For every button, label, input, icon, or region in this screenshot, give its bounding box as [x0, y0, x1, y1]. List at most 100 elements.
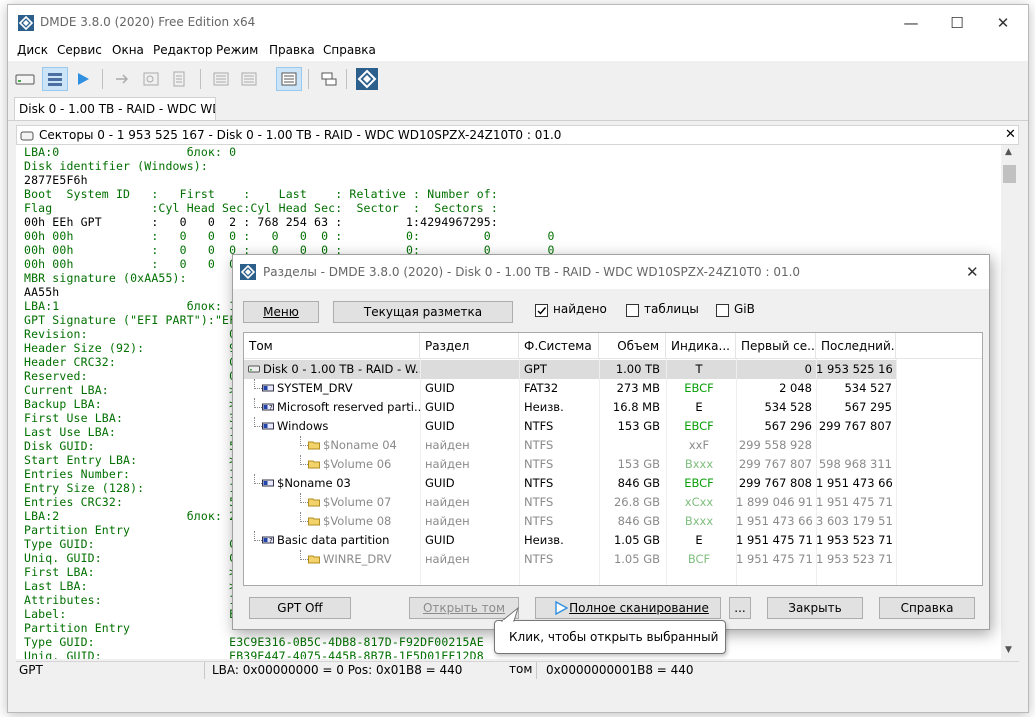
- table-row[interactable]: $Noname 03 GUID NTFS 846 GB EBCF 299 767 808 1…: [244, 474, 896, 493]
- sector-line: Partition Entry: [24, 621, 131, 635]
- full-scan-button[interactable]: Полное сканирование: [535, 597, 721, 619]
- sector-line: Header Size (92): 92: [24, 341, 244, 355]
- cell-size: 16.8 MB: [612, 400, 660, 414]
- current-layout-button[interactable]: Текущая разметка: [333, 301, 513, 323]
- scroll-up-icon[interactable]: ▲: [1005, 147, 1012, 157]
- close-panel-icon[interactable]: ✕: [1005, 126, 1016, 144]
- tables-checkbox[interactable]: [626, 304, 639, 317]
- menu-mode[interactable]: Режим: [216, 43, 258, 57]
- gib-checkbox[interactable]: [716, 304, 729, 317]
- menu-windows[interactable]: Окна: [112, 43, 144, 57]
- go-to-icon[interactable]: [110, 67, 136, 91]
- cell-size: 1.05 GB: [613, 552, 660, 566]
- cell-volume: $Volume 08: [244, 512, 420, 531]
- cell-first-sector: 567 296: [764, 419, 812, 433]
- table-row[interactable]: $Volume 07 найден NTFS 26.8 GB xCxx 1 899 046…: [244, 493, 896, 512]
- hex-view-icon[interactable]: [276, 67, 302, 91]
- sector-line: Flag :Cyl Head Sec:Cyl Head Sec: Sector …: [24, 201, 498, 215]
- window-title: DMDE 3.8.0 (2020) Free Edition x64: [40, 15, 256, 29]
- cell-last-sector: 567 295: [844, 400, 892, 414]
- table-row[interactable]: $Noname 04 найден NTFS xxF 299 558 928: [244, 436, 896, 455]
- col-indicators[interactable]: Индика...: [666, 333, 736, 359]
- col-first-sector[interactable]: Первый се...: [736, 333, 816, 359]
- table-row[interactable]: ? Microsoft reserved parti... GUID Неизв. 16…: [244, 398, 896, 417]
- cell-volume: Disk 0 - 1.00 TB - RAID - W...: [244, 360, 420, 379]
- menu-disk[interactable]: Диск: [17, 43, 48, 57]
- cell-filesystem: NTFS: [524, 476, 554, 490]
- menu-bar: Диск Сервис Окна Редактор Режим Правка С…: [8, 41, 1028, 61]
- partitions-table[interactable]: Том Раздел Ф.Система Объем Индика... Пер…: [243, 332, 983, 586]
- dialog-close-icon[interactable]: ✕: [966, 263, 979, 281]
- disk-select-icon[interactable]: [12, 67, 38, 91]
- maximize-button[interactable]: ☐: [934, 5, 980, 41]
- scroll-down-icon[interactable]: ▼: [1005, 645, 1012, 655]
- dmde-logo-icon[interactable]: [354, 67, 380, 91]
- table-row[interactable]: SYSTEM_DRV GUID FAT32 273 MB EBCF 2 048 534 52…: [244, 379, 896, 398]
- dialog-logo-icon: [240, 264, 256, 283]
- menu-editor[interactable]: Редактор: [153, 43, 212, 57]
- app-logo-icon: [18, 15, 34, 31]
- volume-name: WINRE_DRV: [323, 552, 392, 566]
- volume-name: $Volume 06: [323, 457, 392, 471]
- tooltip: Клик, чтобы открыть выбранный том: [494, 620, 726, 676]
- cell-volume: $Volume 06: [244, 455, 420, 474]
- folder-icon: [308, 460, 320, 469]
- sector-line: Header CRC32: CF: [24, 355, 244, 369]
- dialog-title-bar: Разделы - DMDE 3.8.0 (2020) - Disk 0 - 1…: [233, 255, 989, 289]
- cell-indicators: EBCF: [684, 419, 714, 433]
- cell-volume: $Volume 07: [244, 493, 420, 512]
- menu-help[interactable]: Справка: [323, 43, 376, 57]
- volume-icon: [262, 422, 274, 430]
- cell-filesystem: NTFS: [524, 438, 554, 452]
- close-dialog-button[interactable]: Закрыть: [767, 597, 863, 619]
- cell-volume: SYSTEM_DRV: [244, 379, 420, 398]
- table-row[interactable]: Disk 0 - 1.00 TB - RAID - W... GPT 1.00 TB…: [244, 360, 896, 379]
- table-row[interactable]: ? Basic data partition GUID Неизв. 1.05 GB E 1…: [244, 531, 896, 550]
- cell-volume: Windows: [244, 417, 420, 436]
- cell-first-sector: 0: [804, 362, 812, 376]
- sector-line: Attributes: 10: [24, 593, 244, 607]
- cell-partition: GUID: [425, 381, 455, 395]
- more-button[interactable]: ...: [729, 597, 751, 619]
- menu-edit[interactable]: Правка: [269, 43, 315, 57]
- table-row[interactable]: $Volume 08 найден NTFS 846 GB Bxxx 1 951 473 …: [244, 512, 896, 531]
- help-button[interactable]: Справка: [879, 597, 975, 619]
- sector-line: AA55h: [24, 285, 60, 299]
- menu-button[interactable]: Меню: [243, 301, 319, 323]
- scroll-thumb[interactable]: [1003, 165, 1016, 183]
- gpt-off-button[interactable]: GPT Off: [249, 597, 351, 619]
- vertical-scrollbar[interactable]: ▲ ▼: [1001, 145, 1018, 659]
- folder-icon: [308, 498, 320, 507]
- play-scan-icon: [554, 600, 569, 621]
- close-window-button[interactable]: ✕: [980, 5, 1026, 41]
- table-row[interactable]: WINRE_DRV найден NTFS 1.05 GB BCF 1 951 475 7…: [244, 550, 896, 569]
- partitions-icon[interactable]: [42, 67, 68, 91]
- cell-partition: GUID: [425, 476, 455, 490]
- cell-last-sector: 1 953 523 711: [816, 552, 892, 566]
- sector-line: Last Use LBA: 19: [24, 425, 244, 439]
- list-view-icon[interactable]: [208, 67, 234, 91]
- volume-icon: [262, 384, 274, 392]
- find-icon[interactable]: [138, 67, 164, 91]
- cell-size: [599, 436, 660, 455]
- minimize-button[interactable]: —: [888, 5, 934, 41]
- detail-view-icon[interactable]: [236, 67, 262, 91]
- cell-filesystem: NTFS: [524, 552, 554, 566]
- cell-indicators: E: [695, 400, 703, 414]
- panels-icon[interactable]: [316, 67, 342, 91]
- sector-line: 00h 00h : 0 0 0: [24, 257, 237, 271]
- cell-volume: WINRE_DRV: [244, 550, 420, 569]
- table-row[interactable]: $Volume 06 найден NTFS 153 GB Bxxx 299 767 80…: [244, 455, 896, 474]
- play-icon[interactable]: [70, 67, 96, 91]
- col-size[interactable]: Объем: [599, 333, 666, 359]
- col-partition[interactable]: Раздел: [420, 333, 519, 359]
- file-icon[interactable]: [166, 67, 192, 91]
- table-row[interactable]: Windows GUID NTFS 153 GB EBCF 567 296 299 767 …: [244, 417, 896, 436]
- col-last-sector[interactable]: Последний...: [816, 333, 896, 359]
- col-filesystem[interactable]: Ф.Система: [519, 333, 599, 359]
- col-volume[interactable]: Том: [244, 333, 420, 359]
- found-checkbox[interactable]: [535, 304, 548, 317]
- tab-disk0[interactable]: Disk 0 - 1.00 TB - RAID - WDC WD10...: [14, 97, 216, 121]
- volume-icon: ?: [262, 403, 274, 412]
- menu-service[interactable]: Сервис: [57, 43, 102, 57]
